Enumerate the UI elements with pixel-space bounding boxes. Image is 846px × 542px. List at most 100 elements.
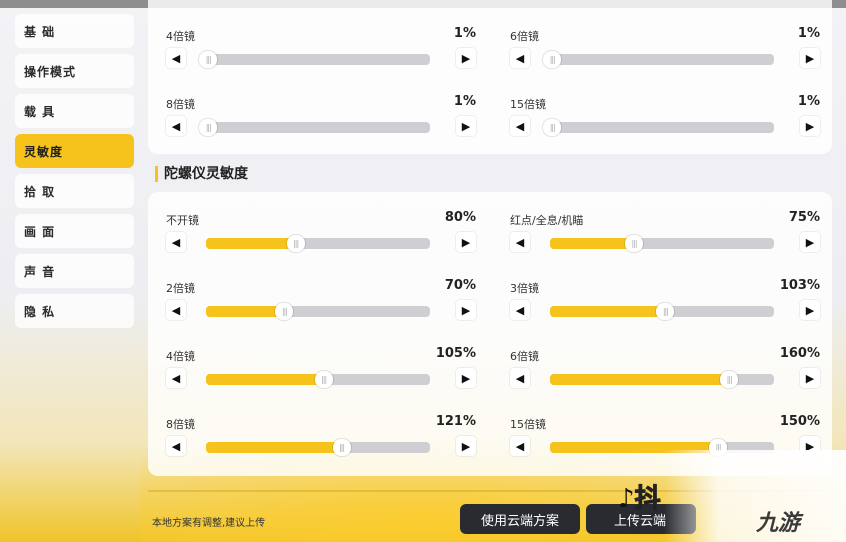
setting-value: 1%: [797, 26, 820, 41]
setting-label: 红点/全息/机瞄: [510, 214, 584, 227]
increase-arrow-icon[interactable]: ▶: [456, 232, 476, 252]
setting-label: 不开镜: [166, 214, 199, 227]
tiktok-logo-icon: ♪抖: [618, 484, 661, 515]
setting-value: 1%: [453, 26, 476, 41]
slider-thumb[interactable]: |||: [199, 119, 218, 136]
decrease-arrow-icon[interactable]: ◀: [510, 116, 530, 136]
slider-track[interactable]: |||: [550, 303, 774, 320]
slider-track[interactable]: |||: [206, 235, 430, 252]
slider-thumb[interactable]: |||: [720, 371, 739, 388]
slider-track[interactable]: |||: [199, 51, 430, 68]
setting-value: 1%: [797, 94, 820, 109]
setting-value: 103%: [779, 278, 820, 293]
decrease-arrow-icon[interactable]: ◀: [510, 232, 530, 252]
increase-arrow-icon[interactable]: ▶: [800, 300, 820, 320]
sensitivity-setting: 红点/全息/机瞄 75% ◀ ||| ▶: [510, 210, 820, 258]
setting-label: 4倍镜: [166, 350, 195, 363]
increase-arrow-icon[interactable]: ▶: [800, 116, 820, 136]
sidebar-item-7[interactable]: 隐 私: [15, 294, 134, 328]
decrease-arrow-icon[interactable]: ◀: [510, 368, 530, 388]
sidebar-item-5[interactable]: 画 面: [15, 214, 134, 248]
slider-fill: [550, 306, 666, 317]
increase-arrow-icon[interactable]: ▶: [800, 48, 820, 68]
increase-arrow-icon[interactable]: ▶: [456, 300, 476, 320]
sensitivity-setting: 15倍镜 1% ◀ ||| ▶: [510, 94, 820, 142]
setting-value: 160%: [779, 346, 820, 361]
decrease-arrow-icon[interactable]: ◀: [510, 436, 530, 456]
sensitivity-setting: 4倍镜 105% ◀ ||| ▶: [166, 346, 476, 394]
slider-fill: [550, 238, 634, 249]
slider-thumb[interactable]: |||: [656, 303, 675, 320]
slider-thumb[interactable]: |||: [543, 119, 562, 136]
decrease-arrow-icon[interactable]: ◀: [510, 300, 530, 320]
sensitivity-setting: 不开镜 80% ◀ ||| ▶: [166, 210, 476, 258]
sensitivity-setting: 4倍镜 1% ◀ ||| ▶: [166, 26, 476, 74]
decrease-arrow-icon[interactable]: ◀: [510, 48, 530, 68]
sidebar: 基 础操作模式载 具灵敏度拾 取画 面声 音隐 私: [15, 14, 134, 334]
setting-label: 15倍镜: [510, 418, 546, 431]
decrease-arrow-icon[interactable]: ◀: [166, 300, 186, 320]
slider-thumb[interactable]: |||: [543, 51, 562, 68]
setting-label: 15倍镜: [510, 98, 546, 111]
sidebar-item-2[interactable]: 载 具: [15, 94, 134, 128]
slider-fill: [206, 442, 342, 453]
sidebar-item-0[interactable]: 基 础: [15, 14, 134, 48]
sensitivity-setting: 6倍镜 1% ◀ ||| ▶: [510, 26, 820, 74]
decrease-arrow-icon[interactable]: ◀: [166, 116, 186, 136]
decrease-arrow-icon[interactable]: ◀: [166, 232, 186, 252]
increase-arrow-icon[interactable]: ▶: [456, 48, 476, 68]
decrease-arrow-icon[interactable]: ◀: [166, 48, 186, 68]
setting-label: 8倍镜: [166, 418, 195, 431]
setting-value: 75%: [788, 210, 820, 225]
slider-track[interactable]: |||: [206, 303, 430, 320]
scope-sensitivity-panel: 4倍镜 1% ◀ ||| ▶ 6倍镜 1% ◀ ||| ▶ 8倍镜 1% ◀ ||| ▶ 15倍镜 1% ◀ |||…: [148, 0, 832, 154]
slider-track[interactable]: |||: [550, 235, 774, 252]
gyro-sensitivity-panel: 不开镜 80% ◀ ||| ▶ 红点/全息/机瞄 75% ◀ ||| ▶ 2倍镜 70% ◀ ||| ▶ 3倍…: [148, 192, 832, 476]
sensitivity-setting: 8倍镜 1% ◀ ||| ▶: [166, 94, 476, 142]
slider-thumb[interactable]: |||: [275, 303, 294, 320]
slider-track[interactable]: |||: [543, 51, 774, 68]
site-logo: 九游: [756, 511, 801, 536]
increase-arrow-icon[interactable]: ▶: [800, 232, 820, 252]
sidebar-item-4[interactable]: 拾 取: [15, 174, 134, 208]
decrease-arrow-icon[interactable]: ◀: [166, 436, 186, 456]
setting-value: 105%: [435, 346, 476, 361]
use-cloud-button[interactable]: 使用云端方案: [460, 504, 580, 534]
setting-label: 2倍镜: [166, 282, 195, 295]
slider-thumb[interactable]: |||: [314, 371, 333, 388]
setting-label: 3倍镜: [510, 282, 539, 295]
slider-thumb[interactable]: |||: [625, 235, 643, 252]
slider-thumb[interactable]: |||: [199, 51, 218, 68]
slider-fill: [550, 374, 730, 385]
increase-arrow-icon[interactable]: ▶: [456, 436, 476, 456]
slider-track[interactable]: |||: [543, 119, 774, 136]
slider-track[interactable]: |||: [206, 439, 430, 456]
footer-note: 本地方案有调整,建议上传: [152, 518, 266, 529]
setting-label: 6倍镜: [510, 30, 539, 43]
setting-value: 121%: [435, 414, 476, 429]
setting-value: 1%: [453, 94, 476, 109]
slider-fill: [206, 374, 324, 385]
sidebar-item-1[interactable]: 操作模式: [15, 54, 134, 88]
sensitivity-setting: 2倍镜 70% ◀ ||| ▶: [166, 278, 476, 326]
increase-arrow-icon[interactable]: ▶: [800, 368, 820, 388]
slider-track[interactable]: |||: [550, 371, 774, 388]
setting-label: 4倍镜: [166, 30, 195, 43]
slider-thumb[interactable]: |||: [332, 439, 351, 456]
slider-fill: [206, 306, 285, 317]
sensitivity-setting: 8倍镜 121% ◀ ||| ▶: [166, 414, 476, 462]
sensitivity-setting: 6倍镜 160% ◀ ||| ▶: [510, 346, 820, 394]
increase-arrow-icon[interactable]: ▶: [456, 116, 476, 136]
sensitivity-setting: 3倍镜 103% ◀ ||| ▶: [510, 278, 820, 326]
increase-arrow-icon[interactable]: ▶: [456, 368, 476, 388]
decrease-arrow-icon[interactable]: ◀: [166, 368, 186, 388]
sidebar-item-3[interactable]: 灵敏度: [15, 134, 134, 168]
slider-fill: [206, 238, 296, 249]
slider-thumb[interactable]: |||: [286, 235, 305, 252]
slider-track[interactable]: |||: [199, 119, 430, 136]
slider-track[interactable]: |||: [206, 371, 430, 388]
watermark-overlay: [664, 450, 846, 542]
setting-label: 8倍镜: [166, 98, 195, 111]
setting-value: 80%: [444, 210, 476, 225]
sidebar-item-6[interactable]: 声 音: [15, 254, 134, 288]
